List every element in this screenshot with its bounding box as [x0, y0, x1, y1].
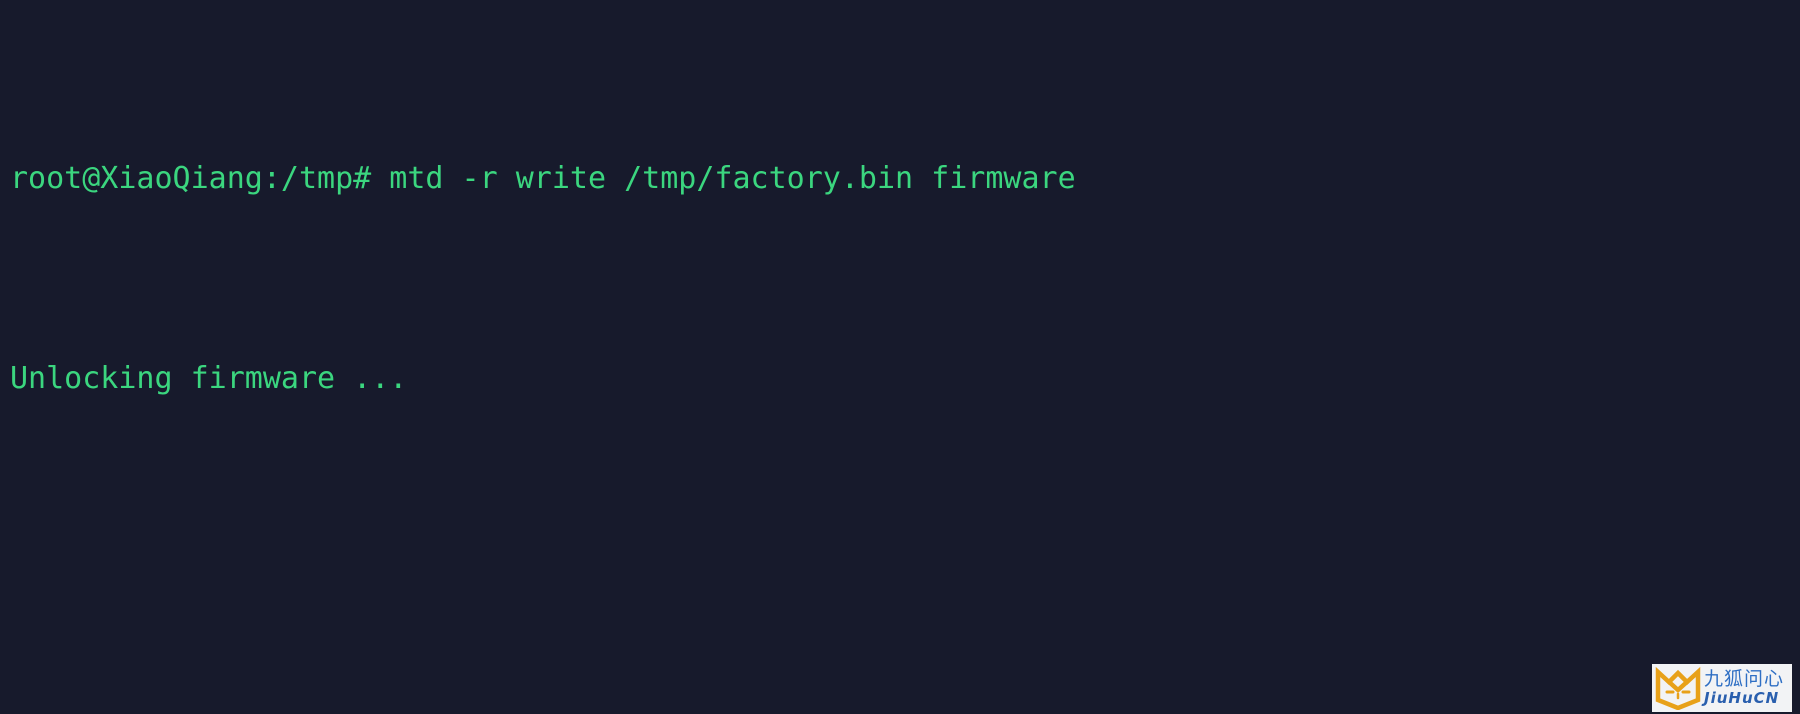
- terminal-output[interactable]: root@XiaoQiang:/tmp# mtd -r write /tmp/f…: [10, 4, 1800, 714]
- watermark-cn-label: 九狐问心: [1704, 668, 1785, 690]
- watermark-text: 九狐问心 JiuHuCN: [1704, 670, 1784, 706]
- terminal-line-command: root@XiaoQiang:/tmp# mtd -r write /tmp/f…: [10, 161, 1076, 196]
- fox-head-logo: [1655, 666, 1701, 710]
- terminal-line-unlocking: Unlocking firmware ...: [10, 361, 408, 396]
- watermark: 九狐问心 JiuHuCN: [1652, 664, 1792, 712]
- terminal-screen[interactable]: root@XiaoQiang:/tmp# mtd -r write /tmp/f…: [0, 0, 1800, 714]
- watermark-en-label: JiuHuCN: [1704, 689, 1780, 707]
